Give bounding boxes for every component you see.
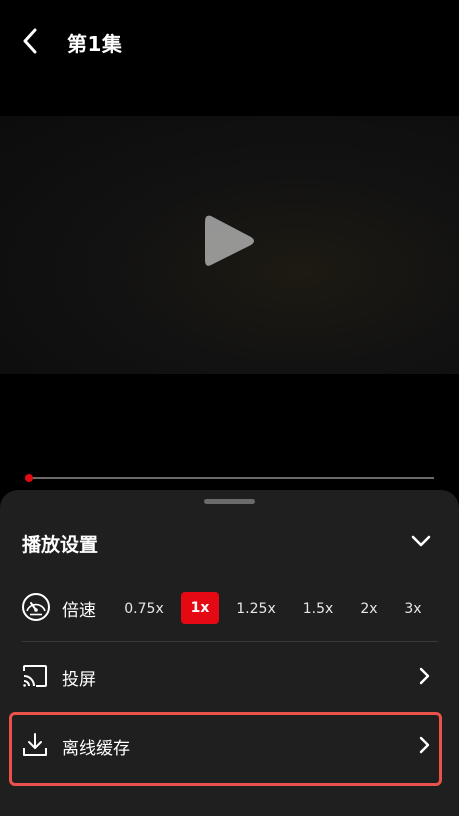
speed-option-0-75x[interactable]: 0.75x — [120, 596, 168, 622]
speedometer-icon — [22, 593, 50, 621]
back-button[interactable] — [14, 24, 46, 58]
top-bar: 第1集 — [0, 0, 459, 82]
sheet-title: 播放设置 — [22, 534, 99, 556]
offline-cache-label: 离线缓存 — [62, 739, 130, 759]
speed-option-1x-selected[interactable]: 1x — [181, 592, 219, 624]
play-icon — [205, 215, 254, 266]
chevron-right-icon — [419, 736, 430, 754]
cast-row[interactable]: 投屏 — [0, 649, 459, 705]
cast-label: 投屏 — [62, 670, 96, 690]
progress-handle[interactable] — [25, 474, 33, 482]
speed-label: 倍速 — [62, 601, 96, 621]
drag-handle[interactable] — [204, 499, 255, 504]
progress-bar[interactable] — [28, 477, 434, 479]
download-icon — [23, 733, 47, 756]
speed-option-1-5x[interactable]: 1.5x — [298, 596, 338, 622]
offline-cache-row[interactable]: 离线缓存 — [0, 718, 459, 774]
divider — [22, 641, 438, 642]
play-button[interactable] — [203, 212, 255, 270]
chevron-right-icon — [419, 667, 430, 685]
speed-row: 倍速 0.75x 1x 1.25x 1.5x 2x 3x — [0, 586, 459, 630]
speed-option-1-25x[interactable]: 1.25x — [232, 596, 280, 622]
speed-option-3x[interactable]: 3x — [400, 596, 426, 622]
episode-title: 第1集 — [67, 32, 123, 56]
collapse-button[interactable] — [406, 526, 436, 556]
settings-sheet: 播放设置 倍速 0.75x 1x 1.25x 1.5x 2x 3x 投屏 离线缓… — [0, 490, 459, 816]
speed-option-2x[interactable]: 2x — [356, 596, 382, 622]
cast-icon — [23, 665, 47, 687]
chevron-down-icon — [411, 535, 431, 547]
back-arrow-icon — [23, 28, 37, 54]
